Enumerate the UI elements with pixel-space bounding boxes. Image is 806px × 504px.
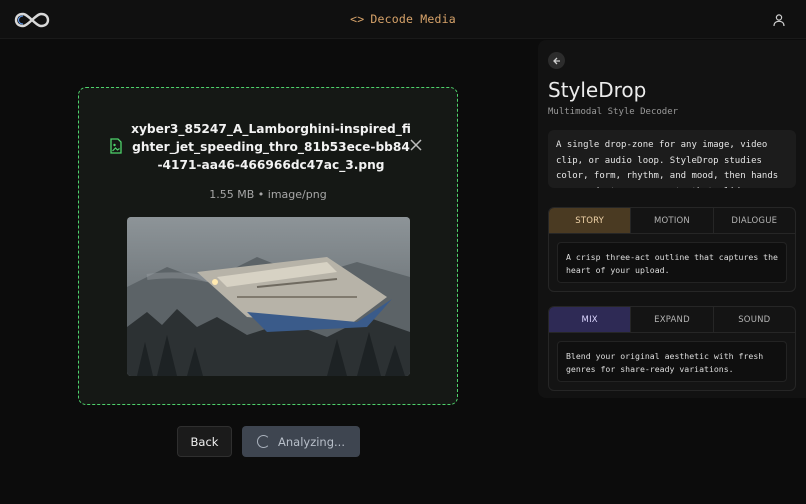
tab-group-mix: MIX EXPAND SOUND Blend your original aes… xyxy=(548,306,796,391)
tab-mix[interactable]: MIX xyxy=(549,307,632,332)
back-arrow-button[interactable] xyxy=(548,52,565,69)
file-name: xyber3_85247_A_Lamborghini-inspired_figh… xyxy=(131,122,411,172)
user-icon[interactable] xyxy=(772,13,786,27)
arrow-left-icon xyxy=(552,57,560,64)
tab-content: A crisp three-act outline that captures … xyxy=(557,242,787,283)
tab-story[interactable]: STORY xyxy=(549,208,632,233)
brand-subtitle: Multimodal Style Decoder xyxy=(548,107,679,117)
tab-motion[interactable]: MOTION xyxy=(631,208,714,233)
image-file-icon xyxy=(110,138,122,154)
tab-content: Blend your original aesthetic with fresh… xyxy=(557,341,787,382)
tab-dialogue[interactable]: DIALOGUE xyxy=(714,208,795,233)
tab-group-story: STORY MOTION DIALOGUE A crisp three-act … xyxy=(548,207,796,292)
upload-dropzone[interactable]: xyber3_85247_A_Lamborghini-inspired_figh… xyxy=(78,87,458,405)
file-meta: 1.55 MB • image/png xyxy=(209,188,327,201)
brand-title: StyleDrop xyxy=(548,78,647,102)
close-icon[interactable] xyxy=(409,138,423,152)
tab-sound[interactable]: SOUND xyxy=(714,307,795,332)
page-title: <> Decode Media xyxy=(350,12,456,26)
top-bar: <> Decode Media xyxy=(0,0,806,39)
image-preview xyxy=(127,217,410,376)
spinner-icon xyxy=(257,435,270,448)
tab-expand[interactable]: EXPAND xyxy=(631,307,714,332)
analyze-label: Analyzing... xyxy=(278,434,345,449)
analyze-button[interactable]: Analyzing... xyxy=(242,426,360,457)
code-brackets-icon: <> xyxy=(350,12,365,26)
description: A single drop-zone for any image, video … xyxy=(548,130,796,188)
info-panel: StyleDrop Multimodal Style Decoder A sin… xyxy=(538,40,806,398)
back-button[interactable]: Back xyxy=(177,426,232,457)
